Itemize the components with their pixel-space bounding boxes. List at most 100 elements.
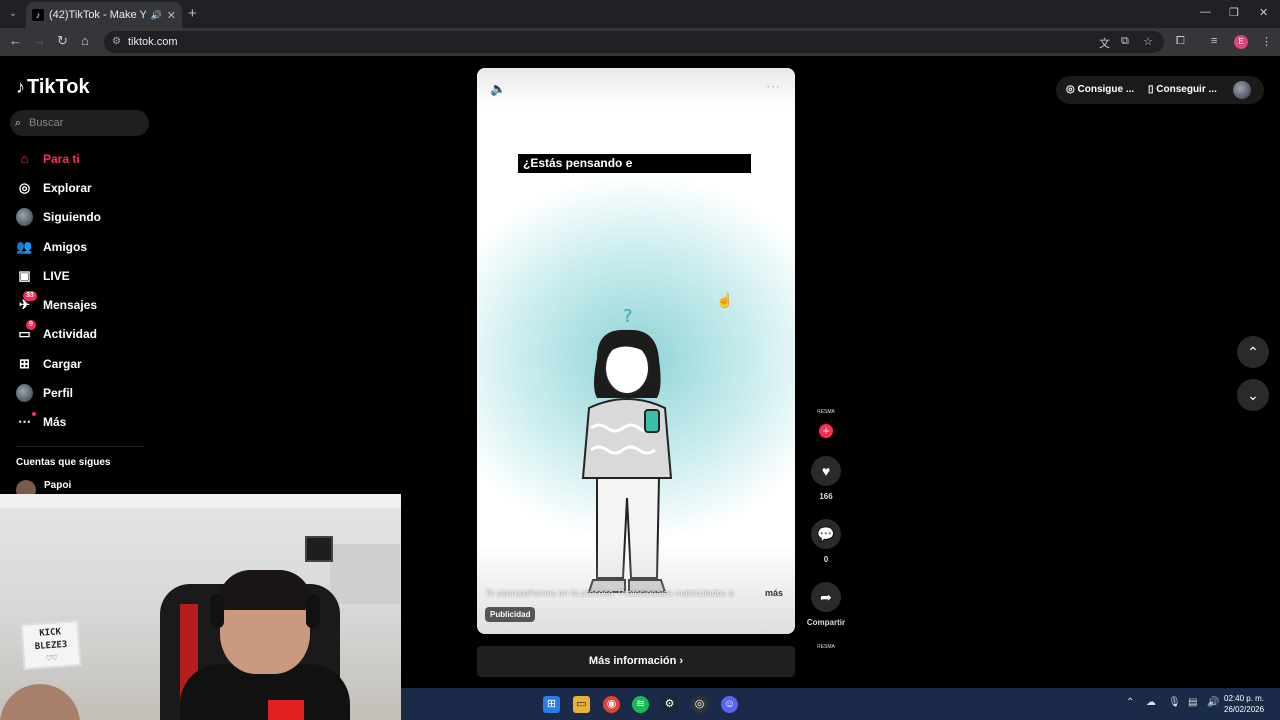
forward-icon[interactable]: →	[33, 33, 46, 48]
volume-icon[interactable]: 🔈	[490, 81, 506, 97]
tiktok-note-icon: ♪	[16, 77, 25, 97]
microphone-tray-icon[interactable]: 🎙	[1168, 697, 1181, 708]
media-control-icon[interactable]: ≡	[1211, 35, 1217, 47]
compass-icon: ◎	[18, 179, 31, 195]
window-close-icon[interactable]: ✕	[1259, 6, 1268, 19]
comment-count: 0	[823, 555, 829, 564]
windows-taskbar: ⊞ ▭ ◉ ≋ ⚙ ◎ ☺ ⌃ ☁ 🎙 ▤ 🔊 02:40 p. m. 26/0…	[401, 688, 1280, 720]
follow-plus-icon[interactable]: +	[819, 424, 833, 438]
more-icon: ⋯	[16, 411, 36, 431]
activity-icon: ▭ 9	[16, 319, 36, 343]
address-bar[interactable]: ⚙ tiktok.com	[104, 31, 1164, 53]
tab-close-icon[interactable]: ✕	[167, 9, 176, 22]
sidebar-item-actividad[interactable]: ▭ 9 Actividad	[16, 319, 146, 349]
top-right-actions: ◎ Consigue ... ▯ Conseguir ...	[1056, 76, 1264, 104]
new-tab-icon[interactable]: +	[188, 5, 197, 22]
site-info-icon[interactable]: ⚙	[112, 31, 121, 53]
discord-icon[interactable]: ☺	[721, 696, 738, 713]
sidebar-item-explorar[interactable]: ◎ Explorar	[16, 173, 146, 202]
comment-icon[interactable]: 💬	[811, 519, 841, 549]
back-icon[interactable]: ←	[9, 33, 22, 48]
kick-sign: KICK BLEZE3 ♡♡	[20, 620, 82, 670]
chrome-icon[interactable]: ◉	[603, 696, 620, 713]
extensions-icon[interactable]: ⧠	[1176, 35, 1185, 48]
like-heart-icon[interactable]: ♥	[811, 456, 841, 486]
following-avatar-icon	[16, 208, 33, 227]
see-more-link[interactable]: más	[765, 588, 783, 598]
home-icon: ⌂	[20, 151, 29, 167]
friends-icon: 👥	[16, 238, 33, 254]
search-icon: ⌕	[15, 117, 22, 129]
messages-badge: 33	[23, 290, 37, 301]
sidebar-item-amigos[interactable]: 👥 Amigos	[16, 232, 146, 261]
share-label: Compartir	[806, 618, 846, 627]
file-explorer-icon[interactable]: ▭	[573, 696, 590, 713]
url-text: tiktok.com	[128, 36, 178, 48]
video-caption: ¿Estás pensando e	[518, 154, 751, 173]
sidebar-item-perfil[interactable]: Perfil	[16, 378, 146, 407]
video-actions: RESMA + ♥ 166 💬 0 ➦ Compartir RESMA	[806, 406, 846, 653]
messages-icon: ✈ 33	[16, 290, 37, 314]
video-options-icon[interactable]: ⋯	[766, 78, 781, 95]
following-header: Cuentas que sigues	[16, 457, 111, 468]
more-info-button[interactable]: Más información ›	[477, 646, 795, 677]
translate-icon[interactable]: 文	[1099, 35, 1110, 51]
tab-title: (42)TikTok - Make Your Day	[49, 9, 146, 21]
webcam-overlay: KICK BLEZE3 ♡♡	[0, 494, 401, 720]
sidebar-item-siguiendo[interactable]: Siguiendo	[16, 203, 146, 232]
system-clock[interactable]: 02:40 p. m. 26/02/2026	[1224, 693, 1264, 715]
steam-icon[interactable]: ⚙	[661, 696, 678, 713]
live-icon: ▣	[18, 267, 31, 283]
restore-icon[interactable]: ❐	[1229, 6, 1239, 19]
ad-badge: Publicidad	[485, 607, 536, 622]
search-input[interactable]: ⌕ Buscar	[10, 110, 149, 136]
network-icon[interactable]: ▤	[1188, 697, 1197, 708]
upload-icon: ⊞	[19, 355, 30, 371]
video-description: Te acompañamos en tu proceso. Profesiona…	[485, 588, 734, 598]
obs-icon[interactable]: ◎	[691, 696, 708, 713]
tab-audio-icon[interactable]: 🔊	[151, 10, 162, 21]
home-button-icon[interactable]: ⌂	[81, 33, 89, 48]
sidebar-item-mensajes[interactable]: ✈ 33 Mensajes	[16, 290, 146, 319]
sidebar-item-para-ti[interactable]: ⌂ Para ti	[16, 144, 146, 173]
speaker-icon[interactable]: 🔊	[1207, 697, 1219, 708]
browser-tab-bar: ⌄ ♪ (42)TikTok - Make Your Day 🔊 ✕ + — ❐…	[0, 0, 1280, 28]
sidebar-item-mas[interactable]: ⋯ Más	[16, 408, 146, 437]
creator-avatar[interactable]: RESMA	[812, 406, 840, 418]
sidebar-nav: ⌂ Para ti ◎ Explorar Siguiendo 👥 Amigos …	[16, 144, 146, 437]
video-player[interactable]: 🔈 ⋯ ¿Estás pensando e ? Te acompañamos e…	[477, 68, 795, 634]
sidebar-item-cargar[interactable]: ⊞ Cargar	[16, 349, 146, 378]
get-app-button[interactable]: ▯ Conseguir ...	[1148, 76, 1217, 104]
profile-avatar-icon	[16, 384, 33, 403]
chevron-right-icon: ›	[679, 655, 684, 667]
windows-start-icon[interactable]: ⊞	[543, 696, 560, 713]
get-coins-button[interactable]: ◎ Consigue ...	[1066, 76, 1134, 104]
next-video-chevron-down-icon[interactable]: ⌄	[1237, 379, 1269, 411]
cloud-icon[interactable]: ☁	[1146, 697, 1156, 708]
install-app-icon[interactable]: ⧉	[1121, 35, 1129, 48]
share-icon[interactable]: ➦	[811, 582, 841, 612]
tab-search-icon[interactable]: ⌄	[4, 5, 22, 23]
tiktok-logo[interactable]: ♪ TikTok	[16, 76, 90, 99]
browser-tab[interactable]: ♪ (42)TikTok - Make Your Day 🔊 ✕	[26, 2, 182, 28]
headset-icon	[210, 594, 224, 628]
search-placeholder: Buscar	[29, 117, 64, 129]
like-count: 166	[819, 492, 833, 501]
mouse-cursor-icon: ☝	[716, 292, 734, 308]
browser-menu-icon[interactable]: ⋮	[1261, 35, 1272, 48]
wall-frame	[305, 536, 333, 562]
browser-toolbar: ← → ↻ ⌂ ⚙ tiktok.com 文 ⧉ ☆ ⧠ ≡ ⋮	[0, 28, 1280, 56]
user-avatar[interactable]	[1233, 81, 1251, 99]
profile-avatar[interactable]: E	[1234, 35, 1248, 49]
previous-video-chevron-up-icon[interactable]: ⌃	[1237, 336, 1269, 368]
sidebar-item-live[interactable]: ▣ LIVE	[16, 261, 146, 290]
spotify-icon[interactable]: ≋	[632, 696, 649, 713]
bookmark-star-icon[interactable]: ☆	[1143, 35, 1153, 48]
tray-chevron-up-icon[interactable]: ⌃	[1126, 697, 1134, 708]
reload-icon[interactable]: ↻	[57, 33, 68, 49]
sidebar-divider	[16, 446, 144, 447]
tiktok-favicon-icon: ♪	[32, 9, 44, 21]
minimize-icon[interactable]: —	[1200, 6, 1211, 18]
activity-badge: 9	[26, 319, 36, 330]
sound-disc-icon[interactable]: RESMA	[812, 641, 840, 653]
